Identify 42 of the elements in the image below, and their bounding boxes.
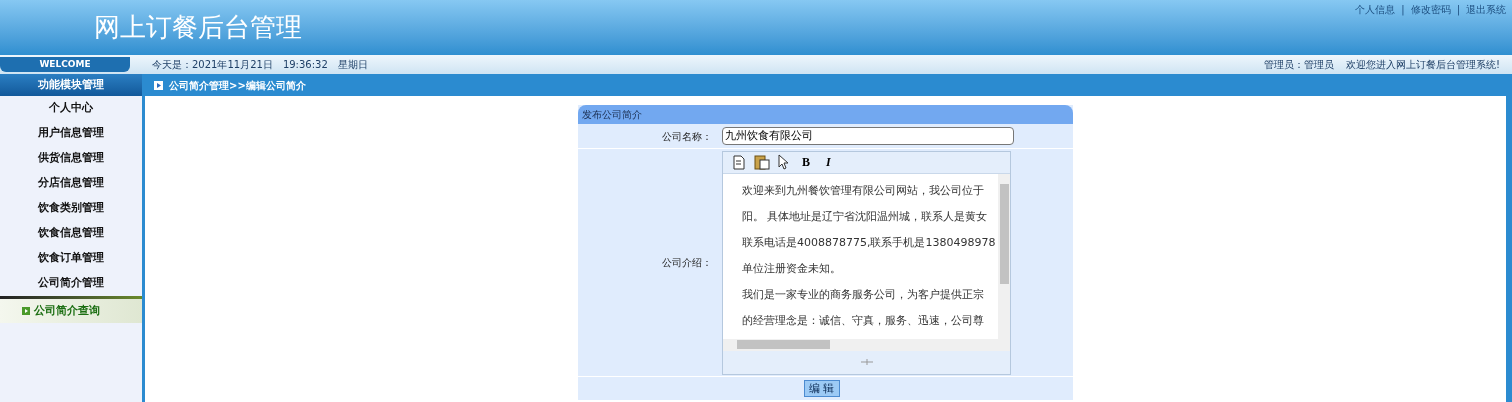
header-link[interactable]: 退出系统 (1466, 2, 1506, 16)
sidebar-heading: 功能模块管理 (0, 74, 142, 96)
cursor-icon[interactable] (778, 154, 790, 170)
sidebar-item[interactable]: 饮食类别管理 (0, 196, 142, 221)
clipboard-icon[interactable] (754, 154, 770, 170)
sidebar-item[interactable]: 饮食信息管理 (0, 221, 142, 246)
sidebar-item[interactable]: 用户信息管理 (0, 121, 142, 146)
editor-text-line: 单位注册资金未知。 (742, 260, 842, 277)
sidebar-item[interactable]: 公司简介管理 (0, 271, 142, 296)
vertical-scrollbar[interactable] (998, 173, 1010, 339)
date-text: 今天是：2021年11月21日 19:36:32 星期日 (152, 58, 368, 72)
bold-button[interactable]: B (798, 153, 814, 171)
site-title: 网上订餐后台管理 (94, 11, 302, 44)
link-separator: | (1456, 3, 1460, 16)
sidebar-item[interactable]: 个人中心 (0, 96, 142, 121)
editor-text-line: 欢迎来到九州餐饮管理有限公司网站，我公司位于 (742, 182, 985, 199)
page-icon[interactable] (732, 154, 746, 170)
sidebar-item[interactable]: 饮食订单管理 (0, 246, 142, 271)
sidebar-subitem[interactable]: 公司简介查询 (0, 299, 142, 323)
sidebar-item[interactable]: 分店信息管理 (0, 171, 142, 196)
resize-handle-icon[interactable] (860, 359, 873, 365)
field-label: 公司名称： (661, 129, 713, 144)
edit-button[interactable]: 编 辑 (804, 380, 840, 397)
welcome-badge: WELCOME (0, 57, 130, 72)
rich-text-editor[interactable]: B I 欢迎来到九州餐饮管理有限公司网站，我公司位于 阳。 具体地址是辽宁省沈阳温州城，联系人是黄女 联系电话是4008878775,联系手机是1380498978 单位注册资金未知。 我们是一家专业的商务服务公司，为客户提供正宗 的经营理念是：诚信、守真，服务、迅速，公司尊 (722, 150, 1011, 375)
breadcrumb: 公司简介管理>>编辑公司简介 (169, 78, 306, 93)
greeting-text: 欢迎您进入网上订餐后台管理系统! (1346, 58, 1500, 72)
arrow-icon (154, 80, 163, 90)
editor-text-line: 联系电话是4008878775,联系手机是1380498978 (742, 234, 997, 251)
field-label: 公司介绍： (661, 256, 713, 270)
name-input[interactable]: 九州饮食有限公司 (722, 127, 1014, 145)
italic-button[interactable]: I (822, 153, 835, 171)
header-link[interactable]: 个人信息 (1355, 2, 1396, 16)
sidebar-item[interactable]: 供货信息管理 (0, 146, 142, 171)
link-separator: | (1401, 3, 1405, 16)
editor-text-line: 我们是一家专业的商务服务公司，为客户提供正宗 (742, 286, 985, 303)
header-link[interactable]: 修改密码 (1410, 2, 1451, 16)
editor-text-line: 阳。 具体地址是辽宁省沈阳温州城，联系人是黄女 (742, 208, 989, 225)
form-title: 发布公司简介 (578, 105, 1073, 124)
bullet-icon (22, 307, 30, 315)
admin-text: 管理员：管理员 (1264, 58, 1334, 72)
editor-text-line: 的经营理念是：诚信、守真，服务、迅速，公司尊 (742, 312, 985, 329)
